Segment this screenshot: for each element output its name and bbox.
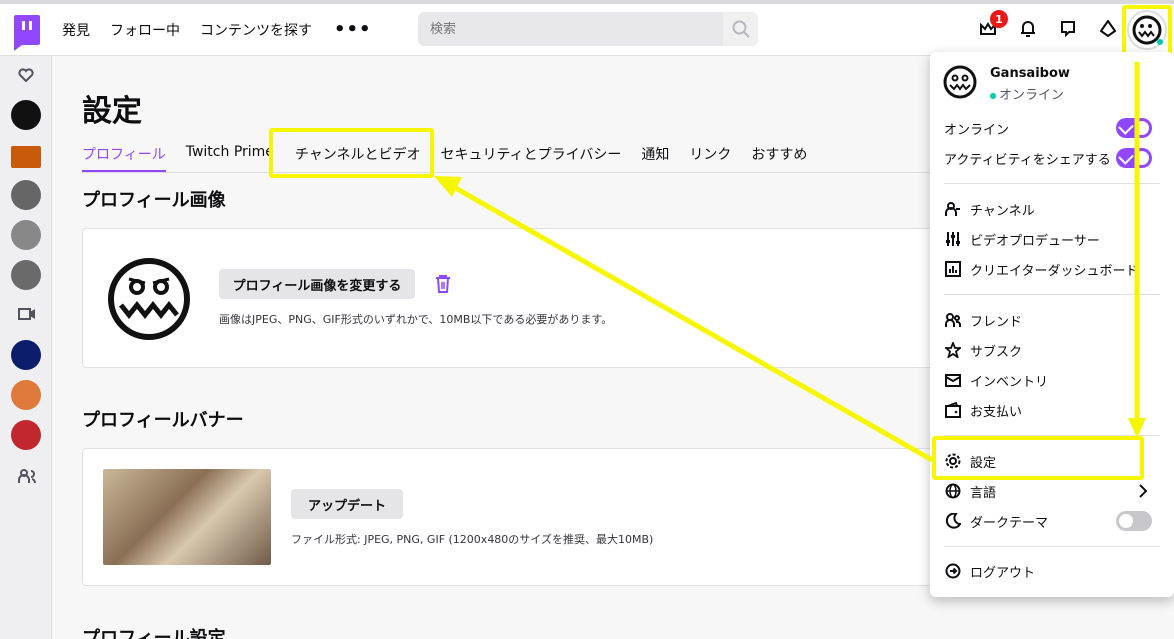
trash-icon[interactable] — [435, 275, 451, 297]
profile-banner-card: アップデート ファイル形式: JPEG, PNG, GIF (1200x480の… — [82, 448, 942, 586]
nav-following[interactable]: フォロー中 — [110, 20, 180, 40]
menu-item-label: ダークテーマ — [970, 515, 1049, 531]
tab-twitch-prime[interactable]: Twitch Prime — [186, 144, 274, 172]
menu-separator — [944, 294, 1160, 295]
menu-item-creator-dashboard[interactable]: クリエイターダッシュボード — [944, 256, 1164, 282]
search-input[interactable] — [418, 12, 723, 46]
dashboard-icon — [944, 260, 962, 278]
menu-item-label: ビデオプロデューサー — [970, 233, 1100, 249]
logout-icon — [944, 562, 962, 580]
channel-avatar[interactable] — [11, 340, 41, 370]
nav-discover[interactable]: 発見 — [62, 20, 90, 40]
profile-banner-heading: プロフィールバナー — [82, 410, 244, 431]
tab-links[interactable]: リンク — [689, 144, 731, 172]
channel-avatar[interactable] — [11, 260, 41, 290]
toggle-activity-label: アクティビティをシェアする — [944, 152, 1111, 168]
highlight-settings-item — [932, 436, 1144, 480]
toggle-online[interactable] — [1116, 118, 1152, 138]
profile-banner-note: ファイル形式: JPEG, PNG, GIF (1200x480のサイズを推奨、… — [291, 533, 654, 546]
heart-icon[interactable] — [18, 68, 34, 86]
menu-username: Gansaibow — [990, 66, 1070, 81]
menu-item-language[interactable]: 言語 — [944, 478, 1164, 504]
menu-status-text: オンライン — [999, 88, 1065, 103]
menu-avatar — [942, 64, 978, 104]
menu-item-label: ログアウト — [970, 565, 1036, 581]
menu-item-label: フレンド — [970, 314, 1023, 330]
nav-browse[interactable]: コンテンツを探す — [200, 20, 312, 40]
toggle-dark-theme[interactable] — [1116, 511, 1152, 531]
settings-tabs: プロフィール Twitch Prime チャンネルとビデオ セキュリティとプライ… — [82, 144, 827, 172]
inventory-icon — [944, 371, 962, 389]
channel-avatar[interactable] — [11, 380, 41, 410]
profile-settings-heading: プロフィール設定 — [82, 628, 226, 639]
menu-item-label: 言語 — [970, 485, 997, 501]
menu-item-video-producer[interactable]: ビデオプロデューサー — [944, 226, 1164, 252]
toggle-online-label: オンライン — [944, 122, 1010, 138]
sliders-icon — [944, 230, 962, 248]
whisper-icon[interactable] — [1057, 18, 1079, 40]
tab-divider — [82, 172, 942, 173]
menu-item-label: インベントリ — [970, 374, 1049, 390]
profile-image-note: 画像はJPEG、PNG、GIF形式のいずれかで、10MB以下である必要があります… — [219, 313, 613, 326]
channel-avatar[interactable] — [11, 180, 41, 210]
star-icon — [944, 341, 962, 359]
menu-item-label: チャンネル — [970, 203, 1035, 219]
moon-icon — [944, 512, 962, 530]
channel-avatar[interactable] — [11, 100, 41, 130]
menu-item-label: サブスク — [970, 344, 1023, 360]
bell-icon[interactable] — [1017, 18, 1039, 40]
friends-icon[interactable] — [18, 468, 36, 488]
channel-avatar[interactable] — [11, 420, 41, 450]
menu-status: オンライン — [990, 84, 1064, 103]
online-dot — [990, 92, 996, 99]
channel-avatar[interactable] — [11, 146, 41, 168]
banner-image — [103, 469, 271, 565]
menu-item-logout[interactable]: ログアウト — [944, 558, 1164, 584]
video-camera-icon[interactable] — [18, 308, 36, 324]
search-icon — [732, 20, 750, 38]
menu-item-label: クリエイターダッシュボード — [970, 263, 1139, 279]
highlight-channel-video-tab — [269, 128, 434, 178]
profile-image-card: プロフィール画像を変更する 画像はJPEG、PNG、GIF形式のいずれかで、10… — [82, 228, 942, 368]
update-banner-button[interactable]: アップデート — [291, 489, 403, 519]
menu-separator — [944, 183, 1160, 184]
menu-item-payments[interactable]: お支払い — [944, 397, 1164, 423]
search-button[interactable] — [723, 12, 758, 46]
twitch-logo-icon[interactable] — [14, 14, 40, 51]
friends-icon — [944, 311, 962, 329]
user-dropdown-menu: Gansaibow オンライン オンライン アクティビティをシェアする チャンネ… — [930, 52, 1174, 597]
tab-recommendations[interactable]: おすすめ — [751, 144, 807, 172]
profile-picture — [107, 257, 191, 345]
page-title: 設定 — [82, 94, 142, 129]
channel-icon — [944, 200, 962, 218]
menu-item-subscriptions[interactable]: サブスク — [944, 337, 1164, 363]
menu-item-friends[interactable]: フレンド — [944, 307, 1164, 333]
settings-page: 設定 プロフィール Twitch Prime チャンネルとビデオ セキュリティと… — [52, 56, 942, 639]
toggle-share-activity[interactable] — [1116, 148, 1152, 168]
notification-badge: 1 — [990, 10, 1008, 28]
globe-icon — [944, 482, 962, 500]
menu-item-inventory[interactable]: インベントリ — [944, 367, 1164, 393]
followed-sidebar — [0, 56, 52, 639]
change-profile-image-button[interactable]: プロフィール画像を変更する — [219, 269, 415, 299]
tab-security-privacy[interactable]: セキュリティとプライバシー — [441, 144, 622, 172]
menu-separator — [944, 546, 1160, 547]
more-options-icon[interactable]: ••• — [334, 19, 372, 40]
menu-item-channel[interactable]: チャンネル — [944, 196, 1164, 222]
menu-item-label: お支払い — [970, 404, 1023, 420]
bits-icon[interactable] — [1097, 18, 1119, 40]
chevron-right-icon — [1138, 484, 1148, 502]
tab-notifications[interactable]: 通知 — [641, 144, 669, 172]
channel-avatar[interactable] — [11, 220, 41, 250]
highlight-avatar — [1122, 5, 1172, 59]
wallet-icon — [944, 401, 962, 419]
tab-profile[interactable]: プロフィール — [82, 144, 166, 172]
profile-image-heading: プロフィール画像 — [82, 190, 226, 211]
